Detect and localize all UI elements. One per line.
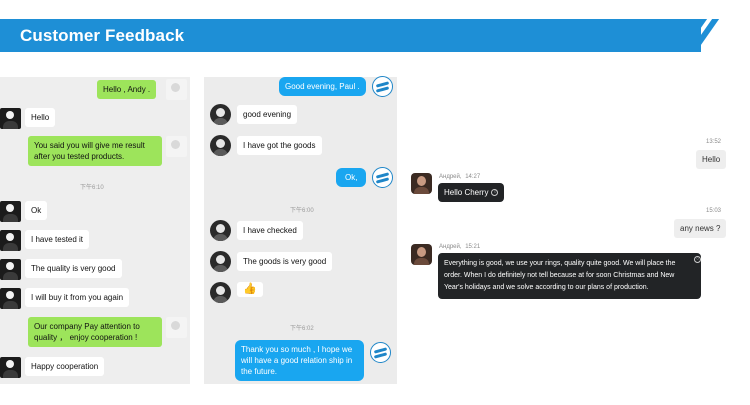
avatar: [0, 201, 21, 222]
avatar: [166, 136, 187, 157]
chat-bubble: Happy cooperation: [25, 357, 105, 376]
chat-text: Hello Cherry: [444, 188, 489, 197]
chat-bubble: I have tested it: [25, 230, 90, 249]
sender-name: Андрей, 14:27: [439, 174, 480, 180]
chat-bubble: The goods is very good: [237, 252, 333, 271]
avatar: [210, 135, 231, 156]
company-logo-icon: [372, 167, 393, 188]
chat-text: Everything is good, we use your rings, q…: [444, 260, 676, 291]
chat-panel-2: Good evening, Paul . good evening I have…: [204, 76, 397, 384]
chat-bubble: Thank you so much , I hope we will have …: [235, 340, 364, 381]
avatar: [0, 357, 21, 378]
chat-timestamp: 下午6:10: [80, 185, 104, 191]
avatar: [210, 251, 231, 272]
chat-timestamp: 下午6:00: [290, 208, 314, 214]
chat-panel-1: Hello , Andy . Hello You said you will g…: [0, 77, 190, 384]
chat-panel-3: 13:52 Hello Андрей, 14:27 Hello Cherry ○ …: [403, 77, 733, 384]
avatar: [0, 108, 21, 129]
avatar: [166, 79, 187, 100]
chat-bubble: You said you will give me result after y…: [28, 136, 162, 166]
chat-bubble: I have got the goods: [237, 136, 322, 155]
chat-bubble: The quality is very good: [25, 259, 122, 278]
avatar: [0, 288, 21, 309]
info-circle-icon: ○: [491, 189, 499, 197]
chat-bubble: Hello: [25, 108, 56, 127]
avatar: [210, 282, 231, 303]
sender-time: 15:21: [465, 244, 481, 250]
chat-bubble: Hello: [696, 150, 727, 169]
chat-bubble: Good evening, Paul .: [279, 77, 366, 96]
info-circle-icon: ○: [694, 256, 701, 263]
chat-bubble: Our company Pay attention to quality ， e…: [28, 317, 162, 347]
sender-name: Андрей, 15:21: [439, 244, 480, 250]
chat-bubble: I have checked: [237, 221, 303, 240]
chat-bubble: Hello Cherry ○: [438, 183, 505, 202]
chat-bubble: Everything is good, we use your rings, q…: [438, 253, 701, 299]
avatar: [166, 317, 187, 338]
message-time: 13:52: [706, 139, 722, 145]
company-logo-icon: [372, 76, 393, 97]
avatar: [0, 259, 21, 280]
chat-bubble: Ok: [25, 201, 48, 220]
chat-bubble: I will buy it from you again: [25, 288, 130, 307]
sender-label: Андрей,: [439, 244, 462, 250]
company-logo-icon: [370, 342, 391, 363]
avatar: [411, 244, 432, 265]
chat-bubble: Hello , Andy .: [97, 80, 157, 99]
sender-label: Андрей,: [439, 174, 462, 180]
header-banner: Customer Feedback: [0, 19, 701, 52]
page-title: Customer Feedback: [20, 26, 185, 45]
chat-bubble: any news ?: [674, 219, 727, 238]
chat-timestamp: 下午6:02: [290, 326, 314, 332]
avatar: [210, 104, 231, 125]
avatar: [411, 173, 432, 194]
message-time: 15:03: [706, 208, 722, 214]
thumbs-up-icon: 👍: [237, 282, 263, 297]
chat-bubble: good evening: [237, 105, 298, 124]
chat-bubble: Ok,: [336, 168, 367, 187]
sender-time: 14:27: [465, 174, 481, 180]
avatar: [210, 220, 231, 241]
avatar: [0, 230, 21, 251]
